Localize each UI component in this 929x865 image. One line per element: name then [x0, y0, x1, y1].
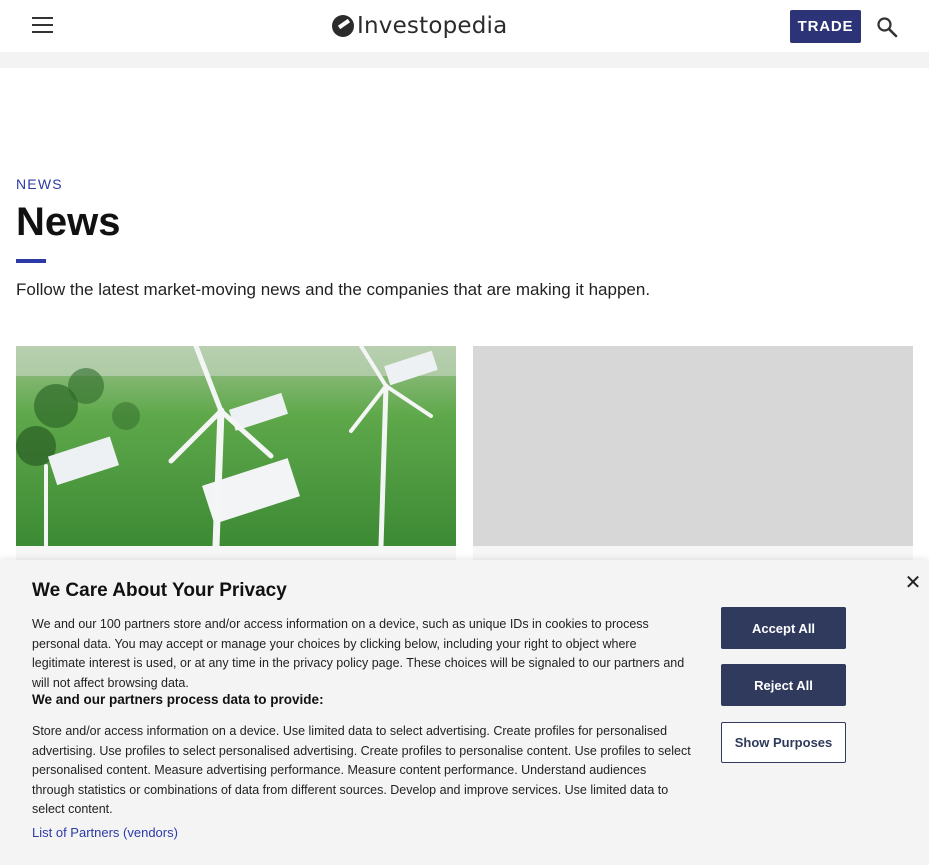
- investopedia-logo[interactable]: Investopedia: [332, 11, 507, 41]
- consent-purposes-text: Store and/or access information on a dev…: [32, 724, 691, 816]
- news-card-image-placeholder[interactable]: [473, 346, 913, 546]
- logo-text: Investopedia: [357, 13, 508, 39]
- logo-mark-icon: [332, 15, 354, 37]
- partners-list-link[interactable]: List of Partners (vendors): [32, 825, 178, 840]
- page-title: News: [16, 200, 121, 244]
- title-underline: [16, 259, 46, 263]
- page-intro: Follow the latest market-moving news and…: [16, 280, 651, 299]
- consent-description: We and our 100 partners store and/or acc…: [32, 617, 685, 690]
- breadcrumb-news[interactable]: NEWS: [16, 176, 63, 192]
- close-icon[interactable]: ✕: [904, 573, 922, 593]
- show-purposes-button[interactable]: Show Purposes: [721, 722, 846, 763]
- search-icon[interactable]: [876, 16, 898, 38]
- hamburger-menu-icon[interactable]: [32, 16, 53, 34]
- consent-title: We Care About Your Privacy: [32, 580, 287, 601]
- privacy-consent-banner: We Care About Your Privacy ✕ We and our …: [0, 560, 929, 865]
- accept-all-button[interactable]: Accept All: [721, 607, 846, 649]
- trade-button[interactable]: TRADE: [790, 10, 861, 43]
- site-header: Investopedia TRADE: [0, 0, 929, 52]
- header-subbar: [0, 52, 929, 68]
- consent-subtitle: We and our partners process data to prov…: [32, 692, 324, 707]
- news-card-image-wind-turbines[interactable]: [16, 346, 456, 546]
- reject-all-button[interactable]: Reject All: [721, 664, 846, 706]
- wind-turbines-photo: [16, 346, 456, 546]
